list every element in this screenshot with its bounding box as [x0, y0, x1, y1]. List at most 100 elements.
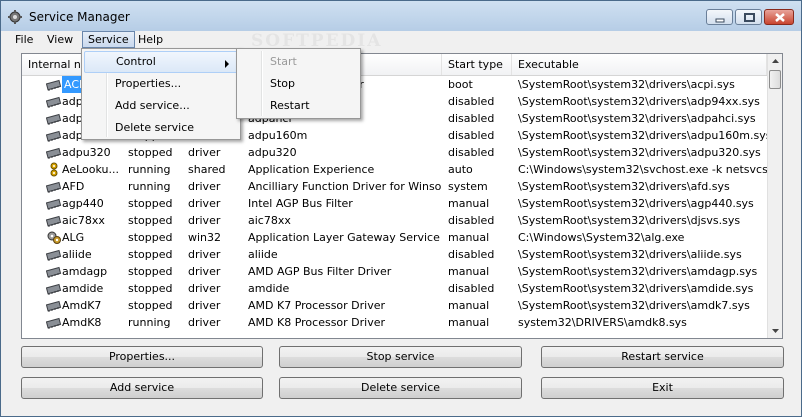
table-row[interactable]: AmdK7 stopped driver AMD K7 Processor Drive… [22, 297, 767, 314]
service-manager-window: Service Manager File View Service Help S… [0, 0, 802, 417]
window-title: Service Manager [29, 10, 130, 24]
cell-executable: \SystemRoot\system32\drivers\amdide.sys [518, 282, 754, 295]
control-submenu: Start Stop Restart [236, 48, 361, 119]
column-header-start-type[interactable]: Start type [442, 54, 512, 75]
cell-internal-name: AmdK8 [62, 316, 102, 329]
menu-view[interactable]: View [42, 31, 78, 48]
cell-type: driver [188, 248, 221, 261]
service-menu-dropdown: Control Properties... Add service... Del… [81, 48, 241, 140]
submenu-item-start[interactable]: Start [239, 51, 358, 73]
close-button[interactable] [764, 9, 794, 25]
minimize-button[interactable] [706, 9, 733, 25]
cell-start-type: manual [448, 265, 490, 278]
cell-executable: \SystemRoot\system32\drivers\adpu320.sys [518, 146, 761, 159]
cell-start-type: disabled [448, 112, 495, 125]
cell-internal-name: aliide [62, 248, 92, 261]
cell-internal-name: ALG [62, 231, 85, 244]
cell-start-type: manual [448, 231, 490, 244]
cell-display-name: aliide [248, 248, 278, 261]
cell-executable: \SystemRoot\system32\drivers\afd.sys [518, 180, 730, 193]
column-header-executable[interactable]: Executable [512, 54, 767, 75]
menu-service[interactable]: Service [82, 31, 135, 48]
cell-type: driver [188, 265, 221, 278]
cell-state: stopped [128, 146, 173, 159]
submenu-item-stop[interactable]: Stop [239, 73, 358, 95]
menu-item-add-service[interactable]: Add service... [84, 95, 238, 117]
cell-type: driver [188, 299, 221, 312]
cell-internal-name: adpu320 [62, 146, 111, 159]
scroll-up-icon[interactable] [768, 54, 783, 69]
cell-internal-name: amdagp [62, 265, 108, 278]
table-row[interactable]: adpu320 stopped driver adpu320 disabled \Syst… [22, 144, 767, 161]
table-row[interactable]: amdide stopped driver amdide disabled \System… [22, 280, 767, 297]
cell-display-name: Application Layer Gateway Service [248, 231, 440, 244]
cell-executable: \SystemRoot\system32\drivers\adpu160m.sy… [518, 129, 767, 142]
cell-start-type: disabled [448, 146, 495, 159]
cell-type: driver [188, 180, 221, 193]
cell-display-name: aic78xx [248, 214, 291, 227]
table-row[interactable]: amdagp stopped driver AMD AGP Bus Filter Dr… [22, 263, 767, 280]
cell-type: win32 [188, 231, 222, 244]
cell-state: stopped [128, 282, 173, 295]
properties-button[interactable]: Properties... [21, 346, 263, 368]
table-row[interactable]: AmdK8 running driver AMD K8 Processor Drive… [22, 314, 767, 331]
cell-executable: \SystemRoot\system32\drivers\amdagp.sys [518, 265, 758, 278]
driver-chip-icon [45, 77, 62, 92]
submenu-item-restart[interactable]: Restart [239, 95, 358, 117]
submenu-arrow-icon [225, 60, 229, 68]
table-row[interactable]: agp440 stopped driver Intel AGP Bus Filter m… [22, 195, 767, 212]
cell-type: driver [188, 316, 221, 329]
cell-executable: \SystemRoot\system32\drivers\djsvs.sys [518, 214, 741, 227]
cell-display-name: Application Experience [248, 163, 375, 176]
exit-button[interactable]: Exit [541, 377, 784, 399]
cell-internal-name: amdide [62, 282, 104, 295]
menu-item-control-label: Control [116, 55, 156, 68]
menu-file[interactable]: File [10, 31, 38, 48]
cell-executable: \SystemRoot\system32\drivers\adp94xx.sys [518, 95, 760, 108]
table-row[interactable]: ALG stopped win32 Application Layer Gateway… [22, 229, 767, 246]
cell-type: driver [188, 282, 221, 295]
menu-item-control[interactable]: Control [84, 51, 238, 73]
cell-type: driver [188, 214, 221, 227]
cell-internal-name: AeLooku... [62, 163, 119, 176]
delete-service-button[interactable]: Delete service [279, 377, 522, 399]
table-row[interactable]: aic78xx stopped driver aic78xx disabled \Syst… [22, 212, 767, 229]
cell-display-name: Intel AGP Bus Filter [248, 197, 353, 210]
cell-internal-name: agp440 [62, 197, 104, 210]
stop-service-button[interactable]: Stop service [279, 346, 522, 368]
gear-icon [8, 10, 22, 24]
cell-type: driver [188, 197, 221, 210]
menu-help[interactable]: Help [133, 31, 168, 48]
close-icon [775, 13, 785, 22]
menu-item-properties[interactable]: Properties... [84, 73, 238, 95]
add-service-button[interactable]: Add service [21, 377, 263, 399]
cell-state: running [128, 180, 171, 193]
cell-executable: C:\Windows\system32\svchost.exe -k netsv… [518, 163, 767, 176]
cell-start-type: manual [448, 197, 490, 210]
cell-display-name: AMD K8 Processor Driver [248, 316, 386, 329]
vertical-scrollbar[interactable] [767, 54, 783, 338]
cell-display-name: AMD K7 Processor Driver [248, 299, 386, 312]
cell-start-type: manual [448, 316, 490, 329]
restart-service-button[interactable]: Restart service [541, 346, 784, 368]
cell-start-type: manual [448, 299, 490, 312]
cell-state: stopped [128, 265, 173, 278]
table-row[interactable]: AeLooku... running shared Application Exper… [22, 161, 767, 178]
cell-display-name: Ancilliary Function Driver for Winsock [248, 180, 442, 193]
cell-start-type: disabled [448, 129, 495, 142]
table-row[interactable]: aliide stopped driver aliide disabled \System… [22, 246, 767, 263]
cell-start-type: disabled [448, 248, 495, 261]
maximize-button[interactable] [735, 9, 762, 25]
table-row[interactable]: AFD running driver Ancilliary Function Driv… [22, 178, 767, 195]
menu-item-delete-service[interactable]: Delete service [84, 117, 238, 139]
cell-executable: \SystemRoot\system32\drivers\acpi.sys [518, 78, 735, 91]
menu-bar: File View Service Help [2, 31, 801, 48]
cell-executable: system32\DRIVERS\amdk8.sys [518, 316, 687, 329]
scroll-down-icon[interactable] [768, 323, 783, 338]
cell-internal-name: AFD [62, 180, 85, 193]
cell-display-name: AMD AGP Bus Filter Driver [248, 265, 392, 278]
scrollbar-thumb[interactable] [769, 70, 781, 89]
title-bar[interactable]: Service Manager [1, 1, 801, 31]
cell-display-name: adpu320 [248, 146, 297, 159]
cell-executable: \SystemRoot\system32\drivers\adpahci.sys [518, 112, 756, 125]
